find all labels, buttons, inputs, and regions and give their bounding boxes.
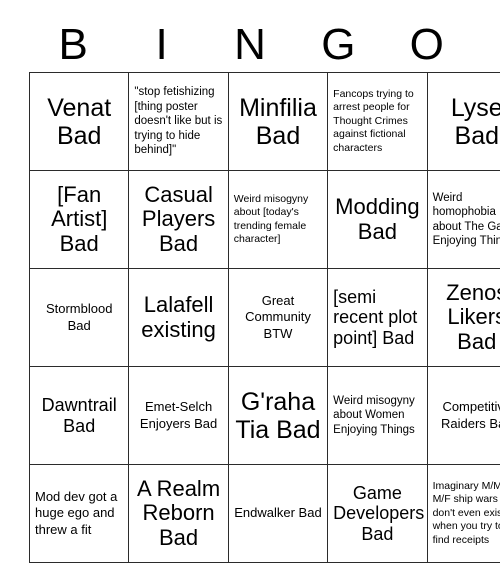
bingo-cell-r1-c2[interactable]: "stop fetishizing [thing poster doesn't …	[129, 73, 228, 171]
bingo-cell-text: Imaginary M/M vs M/F ship wars that don'…	[433, 480, 500, 547]
bingo-cell-text: [semi recent plot point] Bad	[333, 287, 421, 349]
bingo-cell-r5-c5[interactable]: Imaginary M/M vs M/F ship wars that don'…	[427, 465, 500, 563]
bingo-cell-text: Emet-Selch Enjoyers Bad	[134, 399, 222, 432]
bingo-cell-r1-c5[interactable]: Lyse Bad	[427, 73, 500, 171]
bingo-row: Stormblood Bad Lalafell existingGreat Com…	[30, 269, 500, 367]
bingo-cell-text: Minfilia Bad	[234, 94, 322, 150]
bingo-row: Mod dev got a huge ego and threw a fitA …	[30, 465, 500, 563]
bingo-cell-r2-c3[interactable]: Weird misogyny about [today's trending f…	[228, 171, 327, 269]
bingo-cell-text: G'raha Tia Bad	[234, 388, 322, 444]
bingo-cell-text: Lyse Bad	[433, 94, 500, 150]
bingo-header-letter-3: N	[206, 18, 294, 72]
bingo-cell-r5-c3[interactable]: Endwalker Bad	[228, 465, 327, 563]
bingo-cell-text: A Realm Reborn Bad	[134, 477, 222, 551]
bingo-grid-body: Venat Bad"stop fetishizing [thing poster…	[30, 73, 500, 563]
bingo-cell-r3-c3[interactable]: Great Community BTW	[228, 269, 327, 367]
bingo-cell-r2-c5[interactable]: Weird homophobia about The Gays Enjoying…	[427, 171, 500, 269]
bingo-cell-r3-c5[interactable]: Zenos Likers Bad	[427, 269, 500, 367]
bingo-row: Dawntrail Bad Emet-Selch Enjoyers Bad G'ra…	[30, 367, 500, 465]
bingo-cell-r2-c4[interactable]: Modding Bad	[328, 171, 427, 269]
bingo-header-letter-2: I	[117, 18, 205, 72]
bingo-cell-text: Stormblood Bad	[35, 301, 123, 334]
bingo-cell-r4-c5[interactable]: Competitive Raiders Bad	[427, 367, 500, 465]
bingo-row: [Fan Artist] BadCasual Players BadWeird …	[30, 171, 500, 269]
bingo-cell-text: Great Community BTW	[234, 293, 322, 342]
bingo-cell-r5-c2[interactable]: A Realm Reborn Bad	[129, 465, 228, 563]
bingo-cell-text: Lalafell existing	[134, 293, 222, 342]
bingo-cell-r4-c2[interactable]: Emet-Selch Enjoyers Bad	[129, 367, 228, 465]
bingo-cell-text: Weird misogyny about Women Enjoying Thin…	[333, 394, 421, 437]
bingo-header-letter-5: O	[383, 18, 471, 72]
bingo-cell-r2-c1[interactable]: [Fan Artist] Bad	[30, 171, 129, 269]
bingo-cell-r3-c2[interactable]: Lalafell existing	[129, 269, 228, 367]
bingo-row: Venat Bad"stop fetishizing [thing poster…	[30, 73, 500, 171]
bingo-cell-text: Zenos Likers Bad	[433, 281, 500, 355]
bingo-grid: Venat Bad"stop fetishizing [thing poster…	[29, 72, 500, 563]
bingo-cell-text: Game Developers Bad	[333, 483, 421, 545]
bingo-cell-r1-c1[interactable]: Venat Bad	[30, 73, 129, 171]
bingo-cell-r4-c1[interactable]: Dawntrail Bad	[30, 367, 129, 465]
bingo-cell-text: Modding Bad	[333, 195, 421, 244]
bingo-cell-text: Fancops trying to arrest people for Thou…	[333, 88, 421, 155]
bingo-cell-text: Dawntrail Bad	[35, 395, 123, 436]
bingo-cell-r1-c4[interactable]: Fancops trying to arrest people for Thou…	[328, 73, 427, 171]
bingo-cell-r3-c1[interactable]: Stormblood Bad	[30, 269, 129, 367]
bingo-cell-text: [Fan Artist] Bad	[35, 183, 123, 257]
bingo-cell-r1-c3[interactable]: Minfilia Bad	[228, 73, 327, 171]
bingo-header-letter-4: G	[294, 18, 382, 72]
bingo-cell-r4-c3[interactable]: G'raha Tia Bad	[228, 367, 327, 465]
bingo-cell-text: Venat Bad	[35, 94, 123, 150]
bingo-cell-text: Endwalker Bad	[234, 505, 322, 521]
bingo-cell-text: Weird homophobia about The Gays Enjoying…	[433, 191, 500, 249]
bingo-cell-text: "stop fetishizing [thing poster doesn't …	[134, 85, 222, 157]
bingo-cell-r2-c2[interactable]: Casual Players Bad	[129, 171, 228, 269]
bingo-header-letter-1: B	[29, 18, 117, 72]
bingo-cell-text: Competitive Raiders Bad	[433, 399, 500, 432]
bingo-cell-r4-c4[interactable]: Weird misogyny about Women Enjoying Thin…	[328, 367, 427, 465]
bingo-cell-r5-c1[interactable]: Mod dev got a huge ego and threw a fit	[30, 465, 129, 563]
bingo-cell-text: Casual Players Bad	[134, 183, 222, 257]
bingo-cell-text: Mod dev got a huge ego and threw a fit	[35, 489, 123, 538]
bingo-cell-r3-c4[interactable]: [semi recent plot point] Bad	[328, 269, 427, 367]
bingo-card: BINGO Venat Bad"stop fetishizing [thing …	[29, 18, 471, 563]
bingo-header: BINGO	[29, 18, 471, 72]
bingo-cell-r5-c4[interactable]: Game Developers Bad	[328, 465, 427, 563]
bingo-cell-text: Weird misogyny about [today's trending f…	[234, 193, 322, 247]
